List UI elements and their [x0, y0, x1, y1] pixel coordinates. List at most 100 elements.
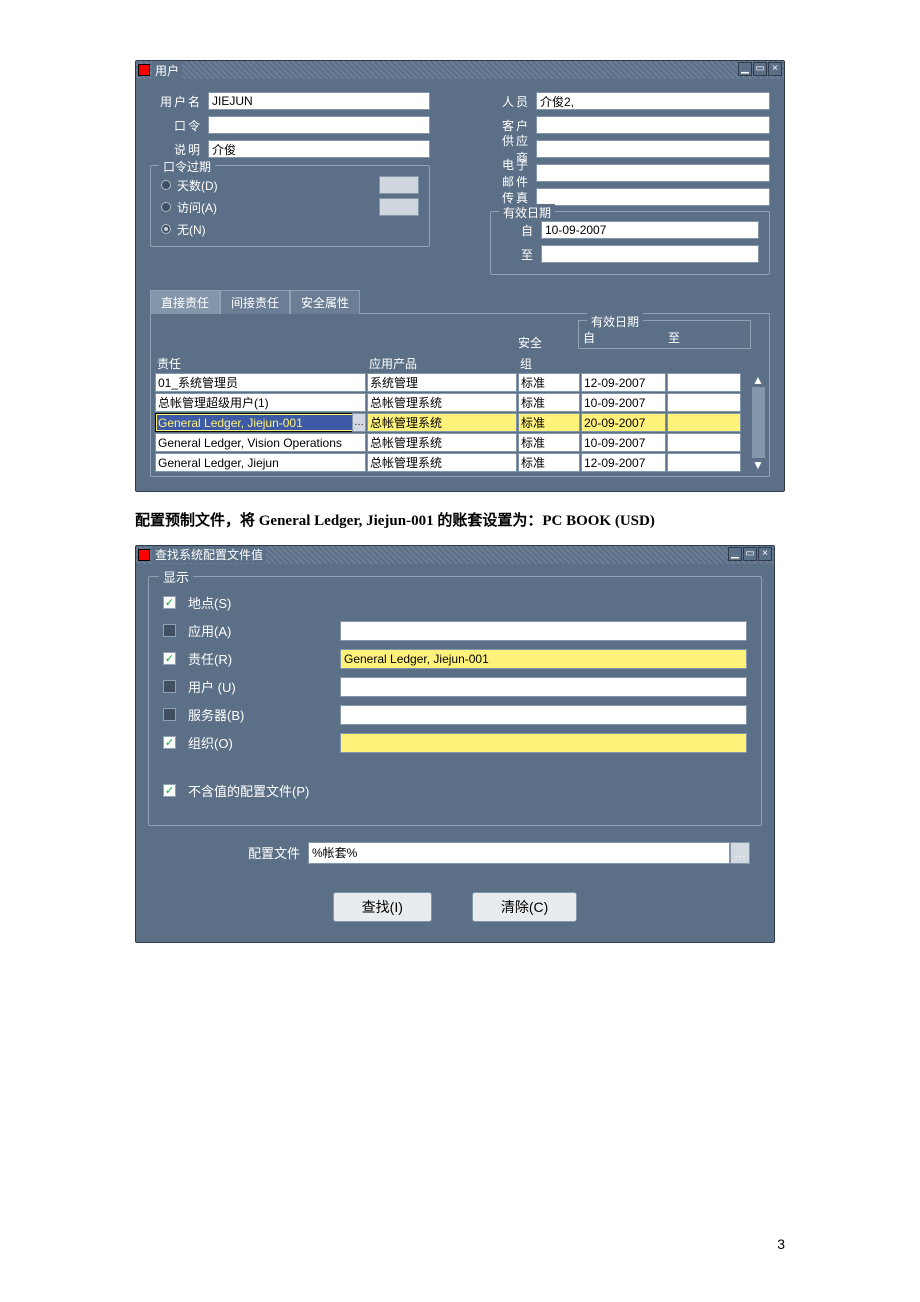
clear-button[interactable]: 清除(C) — [472, 892, 577, 922]
user-label: 用户 (U) — [184, 677, 334, 696]
cell-to[interactable] — [667, 453, 741, 472]
supplier-field[interactable] — [536, 140, 770, 158]
desc-field[interactable] — [208, 140, 430, 158]
chk-user[interactable] — [163, 680, 176, 693]
desc-label: 说明 — [150, 141, 208, 158]
eff-to-field[interactable] — [541, 245, 759, 263]
tab-panel-direct: 安全 有效日期 自 至 责任 应用产品 — [150, 313, 770, 477]
chk-server[interactable] — [163, 708, 176, 721]
cell-sec[interactable]: 标准 — [518, 373, 580, 392]
cell-resp[interactable]: General Ledger, Jiejun — [155, 453, 366, 472]
responsibility-tabs: 直接责任 间接责任 安全属性 — [150, 289, 770, 313]
close-x-icon[interactable]: × — [768, 62, 782, 76]
cell-sec[interactable]: 标准 — [518, 393, 580, 412]
radio-visits[interactable] — [161, 202, 171, 212]
tbl-eff-group: 有效日期 自 至 — [578, 320, 751, 349]
table-row[interactable]: General Ledger, Vision Operations总帐管理系统标… — [155, 433, 751, 452]
tab-indirect[interactable]: 间接责任 — [220, 290, 290, 314]
cell-sec[interactable]: 标准 — [518, 413, 580, 432]
cell-from[interactable]: 12-09-2007 — [581, 373, 666, 392]
cell-sec[interactable]: 标准 — [518, 453, 580, 472]
email-label: 电子邮件 — [490, 156, 536, 190]
cell-from[interactable]: 12-09-2007 — [581, 453, 666, 472]
email-field[interactable] — [536, 164, 770, 182]
user-window-titlebar[interactable]: 用户 ▁ ▭ × — [136, 61, 784, 79]
scrollbar[interactable]: ▲ ▼ — [752, 373, 765, 472]
cell-to[interactable] — [667, 433, 741, 452]
radio-none[interactable] — [161, 224, 171, 234]
cell-from[interactable]: 10-09-2007 — [581, 433, 666, 452]
display-legend: 显示 — [159, 567, 193, 586]
find-window-titlebar[interactable]: 查找系统配置文件值 ▁ ▭ × — [136, 546, 774, 564]
user-window: 用户 ▁ ▭ × 用户名 口令 说明 — [135, 60, 785, 492]
org-label: 组织(O) — [184, 733, 334, 752]
table-row[interactable]: 总帐管理超级用户(1)总帐管理系统标准10-09-2007 — [155, 393, 751, 412]
radio-days-label: 天数(D) — [177, 177, 218, 194]
fax-field[interactable] — [536, 188, 770, 206]
cell-from[interactable]: 10-09-2007 — [581, 393, 666, 412]
minimize-icon[interactable]: ▁ — [738, 62, 752, 76]
table-row[interactable]: General Ledger, Jiejun-001总帐管理系统标准20-09-… — [155, 413, 751, 432]
cell-resp[interactable]: General Ledger, Jiejun-001 — [155, 413, 366, 432]
maximize-icon[interactable]: ▭ — [753, 62, 767, 76]
maximize-icon[interactable]: ▭ — [743, 547, 757, 561]
close-x-icon[interactable]: × — [758, 547, 772, 561]
password-field[interactable] — [208, 116, 430, 134]
find-button[interactable]: 查找(I) — [333, 892, 432, 922]
close-icon[interactable] — [138, 549, 150, 561]
cell-sec[interactable]: 标准 — [518, 433, 580, 452]
profile-field[interactable] — [308, 842, 730, 864]
customer-field[interactable] — [536, 116, 770, 134]
table-row[interactable]: 01_系统管理员系统管理标准12-09-2007 — [155, 373, 751, 392]
cell-to[interactable] — [667, 373, 741, 392]
chk-app[interactable] — [163, 624, 176, 637]
user-field[interactable] — [340, 677, 747, 697]
effective-date-legend: 有效日期 — [499, 204, 555, 221]
cell-app[interactable]: 总帐管理系统 — [367, 393, 517, 412]
cell-resp[interactable]: 总帐管理超级用户(1) — [155, 393, 366, 412]
lov-icon[interactable]: … — [352, 413, 366, 432]
eff-from-field[interactable] — [541, 221, 759, 239]
table-header: 责任 应用产品 组 — [155, 355, 765, 373]
profile-label: 配置文件 — [160, 843, 300, 862]
days-field[interactable] — [379, 176, 419, 194]
effective-date-group: 有效日期 自 至 — [490, 211, 770, 275]
cell-app[interactable]: 总帐管理系统 — [367, 433, 517, 452]
scroll-up-icon[interactable]: ▲ — [752, 373, 765, 387]
tab-security[interactable]: 安全属性 — [290, 290, 360, 314]
visits-field[interactable] — [379, 198, 419, 216]
cell-resp[interactable]: General Ledger, Vision Operations — [155, 433, 366, 452]
cell-app[interactable]: 总帐管理系统 — [367, 413, 517, 432]
cell-app[interactable]: 总帐管理系统 — [367, 453, 517, 472]
app-field[interactable] — [340, 621, 747, 641]
org-field[interactable] — [340, 733, 747, 753]
cell-from[interactable]: 20-09-2007 — [581, 413, 666, 432]
hdr-app: 应用产品 — [367, 355, 517, 373]
cell-resp[interactable]: 01_系统管理员 — [155, 373, 366, 392]
lov-icon[interactable]: … — [730, 842, 750, 864]
eff-to-label: 至 — [501, 246, 541, 263]
table-row[interactable]: General Ledger, Jiejun总帐管理系统标准12-09-2007 — [155, 453, 751, 472]
chk-site[interactable] — [163, 596, 176, 609]
radio-days[interactable] — [161, 180, 171, 190]
server-field[interactable] — [340, 705, 747, 725]
cell-app[interactable]: 系统管理 — [367, 373, 517, 392]
tab-direct[interactable]: 直接责任 — [150, 290, 220, 314]
eff-from-label: 自 — [501, 222, 541, 239]
scroll-down-icon[interactable]: ▼ — [752, 458, 765, 472]
cell-to[interactable] — [667, 413, 741, 432]
minimize-icon[interactable]: ▁ — [728, 547, 742, 561]
chk-org[interactable] — [163, 736, 176, 749]
hdr-sec: 组 — [518, 355, 580, 373]
site-label: 地点(S) — [184, 593, 334, 612]
find-profile-window: 查找系统配置文件值 ▁ ▭ × 显示 地点(S) 应用(A) 责任(R) 用户 … — [135, 545, 775, 943]
find-window-title: 查找系统配置文件值 — [152, 546, 266, 563]
username-field[interactable] — [208, 92, 430, 110]
person-field[interactable] — [536, 92, 770, 110]
resp-field[interactable] — [340, 649, 747, 669]
chk-resp[interactable] — [163, 652, 176, 665]
hdr-resp: 责任 — [155, 355, 366, 373]
close-icon[interactable] — [138, 64, 150, 76]
cell-to[interactable] — [667, 393, 741, 412]
chk-novalue[interactable] — [163, 784, 176, 797]
